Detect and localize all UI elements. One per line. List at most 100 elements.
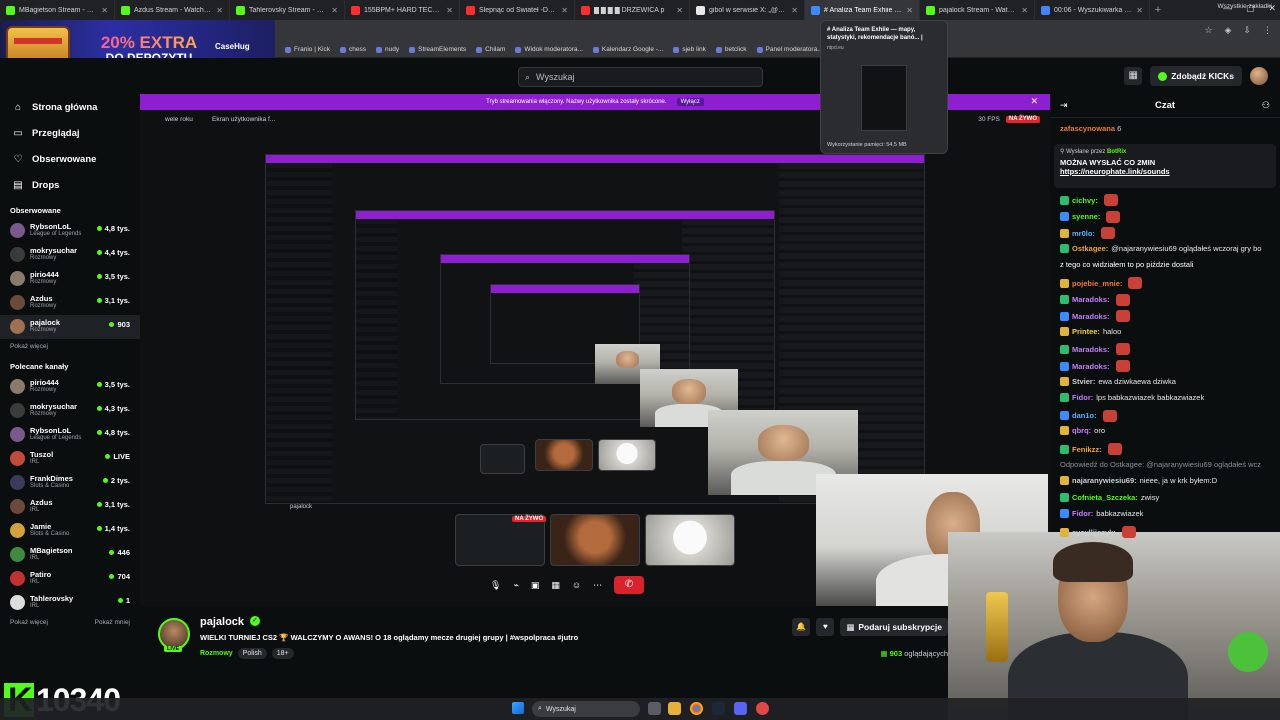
tab-close-icon[interactable]: ✕: [1021, 6, 1028, 15]
camera-icon[interactable]: ⌁: [513, 580, 518, 591]
chat-username[interactable]: Maradoks:: [1072, 295, 1110, 304]
sidebar-nav-item[interactable]: ♡ Obserwowane: [0, 146, 140, 172]
discord-icon[interactable]: [734, 702, 747, 715]
new-tab-icon[interactable]: +: [1150, 4, 1166, 16]
channel-item[interactable]: Jamie Slots & Casino 1,4 tys.: [0, 519, 140, 543]
channel-item[interactable]: pajalock Rozmowy 903: [0, 315, 140, 339]
browser-tab[interactable]: 155BPM+ HARD TECHNO ✕: [345, 0, 460, 20]
browser-tab[interactable]: Azdus Stream - Watch Live on ✕: [115, 0, 230, 20]
show-more-recommended[interactable]: Pokaż więcej: [10, 619, 48, 626]
chat-username[interactable]: Fenikzz:: [1072, 445, 1102, 454]
tag-age[interactable]: 18+: [271, 648, 294, 659]
grid-view-icon[interactable]: ▦: [1124, 67, 1143, 85]
chat-username[interactable]: Printee:: [1072, 327, 1100, 336]
hang-up-button[interactable]: ✆: [614, 576, 645, 594]
sidebar-nav-item[interactable]: ▭ Przeglądaj: [0, 120, 140, 146]
browser-tab[interactable]: 00:06 - Wyszukiwarka Google ✕: [1035, 0, 1150, 20]
show-more-followed[interactable]: Pokaż więcej: [0, 339, 140, 354]
channel-item[interactable]: Patiro IRL 704: [0, 567, 140, 591]
share-screen-icon[interactable]: ▣: [531, 580, 540, 591]
follow-heart-icon[interactable]: ♥: [816, 618, 835, 636]
channel-item[interactable]: pirio444 Rozmowy 3,5 tys.: [0, 375, 140, 399]
extension-icon[interactable]: ◈: [1225, 25, 1232, 36]
channel-item[interactable]: MBagietson IRL 446: [0, 543, 140, 567]
chat-username[interactable]: Fidor:: [1072, 509, 1093, 518]
tab-close-icon[interactable]: ✕: [1136, 6, 1143, 15]
get-kicks-button[interactable]: Zdobądź KICKs: [1150, 66, 1242, 86]
channel-item[interactable]: mokrysuchar Rozmowy 4,3 tys.: [0, 399, 140, 423]
bookmark-item[interactable]: Franio | Kick: [285, 46, 330, 53]
tag-language[interactable]: Polish: [237, 648, 267, 659]
activity-icon[interactable]: ☺: [572, 580, 581, 590]
chat-username[interactable]: sycyllijczyk:: [1072, 528, 1116, 537]
chat-username[interactable]: najaranywiesiu69:: [1072, 476, 1137, 485]
app-icon[interactable]: [756, 702, 769, 715]
mic-icon[interactable]: 🎙: [490, 580, 501, 591]
chat-username[interactable]: Maradoks:: [1072, 345, 1110, 354]
more-icon[interactable]: ⋯: [593, 580, 602, 591]
gift-subscription-button[interactable]: ▦ Podaruj subskrypcje: [840, 618, 948, 636]
sidebar-nav-item[interactable]: ▤ Drops: [0, 172, 140, 198]
bookmark-item[interactable]: Widok moderatora...: [515, 46, 583, 53]
chat-username[interactable]: mr0lo:: [1072, 229, 1095, 238]
bookmark-item[interactable]: Kalendarz Google -...: [592, 46, 663, 53]
download-icon[interactable]: ⇩: [1243, 25, 1251, 36]
category-link[interactable]: Rozmowy: [200, 648, 233, 659]
all-bookmarks[interactable]: Wszystkie zakładki: [1217, 3, 1272, 10]
browser-tab[interactable]: Ślepnąc od Świateł -Dario - Yo ✕: [460, 0, 575, 20]
tab-close-icon[interactable]: ✕: [446, 6, 453, 15]
tab-close-icon[interactable]: ✕: [561, 6, 568, 15]
pinned-link[interactable]: https://neurophate.link/sounds: [1060, 167, 1270, 176]
user-avatar[interactable]: [1250, 67, 1268, 85]
tab-close-icon[interactable]: ✕: [791, 6, 798, 15]
notification-bell-icon[interactable]: 🔔: [792, 618, 811, 636]
chat-users-icon[interactable]: ⚇: [1262, 100, 1270, 111]
sidebar-nav-item[interactable]: ⌂ Strona główna: [0, 94, 140, 120]
steam-icon[interactable]: [712, 702, 725, 715]
channel-item[interactable]: Tahlerovsky IRL 1: [0, 591, 140, 615]
bookmark-item[interactable]: nudy: [376, 46, 399, 53]
file-explorer-icon[interactable]: [668, 702, 681, 715]
menu-icon[interactable]: ⋮: [1263, 25, 1272, 36]
chat-username[interactable]: Maradoks:: [1072, 312, 1110, 321]
chat-username[interactable]: Cofnieta_Szczeka:: [1072, 493, 1138, 502]
chat-username[interactable]: qbrq:: [1072, 426, 1091, 435]
search-input[interactable]: ⌕ Wyszukaj: [518, 67, 763, 87]
show-less-recommended[interactable]: Pokaż mniej: [95, 619, 130, 626]
browser-tab[interactable]: pajalock Stream - Watch Live ✕: [920, 0, 1035, 20]
bookmark-item[interactable]: Panel moderatora...: [756, 46, 823, 53]
bookmark-item[interactable]: StreamElements: [409, 46, 466, 53]
browser-tab[interactable]: █ █ █ █ DRZEWICA p ✕: [575, 0, 690, 20]
streamer-name[interactable]: pajalock: [200, 616, 244, 628]
channel-item[interactable]: Azdus IRL 3,1 tys.: [0, 495, 140, 519]
disable-streamer-mode-button[interactable]: Wyłącz: [676, 98, 704, 106]
bookmark-item[interactable]: chess: [340, 46, 366, 53]
channel-item[interactable]: FrankDimes Slots & Casino 2 tys.: [0, 471, 140, 495]
chat-username[interactable]: Maradoks:: [1072, 362, 1110, 371]
chat-username[interactable]: syenne:: [1072, 212, 1100, 221]
grid-icon[interactable]: ▦: [551, 580, 560, 591]
browser-tab[interactable]: MBagietson Stream - Watch Li ✕: [0, 0, 115, 20]
browser-tab[interactable]: gibol w serwisie X: „@Loc ✕: [690, 0, 805, 20]
tab-close-icon[interactable]: ✕: [216, 6, 223, 15]
task-view-icon[interactable]: [648, 702, 661, 715]
chat-username[interactable]: pojebie_mnie:: [1072, 279, 1122, 288]
bookmark-star-icon[interactable]: ☆: [1204, 25, 1212, 36]
banner-close-icon[interactable]: ✕: [1030, 96, 1038, 107]
chat-username[interactable]: dan1o:: [1072, 411, 1097, 420]
channel-item[interactable]: pirio444 Rozmowy 3,5 tys.: [0, 267, 140, 291]
tab-close-icon[interactable]: ✕: [906, 6, 913, 15]
windows-start-icon[interactable]: [512, 702, 524, 714]
chat-username[interactable]: Ostkagee:: [1072, 244, 1108, 253]
channel-item[interactable]: RybsonLoL League of Legends 4,8 tys.: [0, 219, 140, 243]
taskbar-search[interactable]: ⌕ Wyszukaj: [532, 701, 640, 717]
channel-item[interactable]: mokrysuchar Rozmowy 4,4 tys.: [0, 243, 140, 267]
channel-item[interactable]: Azdus Rozmowy 3,1 tys.: [0, 291, 140, 315]
tab-close-icon[interactable]: ✕: [676, 6, 683, 15]
bookmark-item[interactable]: Chilam: [476, 46, 505, 53]
chat-username[interactable]: Fidor:: [1072, 393, 1093, 402]
bookmark-item[interactable]: betclick: [715, 46, 747, 53]
chat-username[interactable]: Stvier:: [1072, 377, 1095, 386]
chat-username[interactable]: cichvy:: [1072, 196, 1098, 205]
browser-tab[interactable]: Tahlerovsky Stream - Watch L ✕: [230, 0, 345, 20]
